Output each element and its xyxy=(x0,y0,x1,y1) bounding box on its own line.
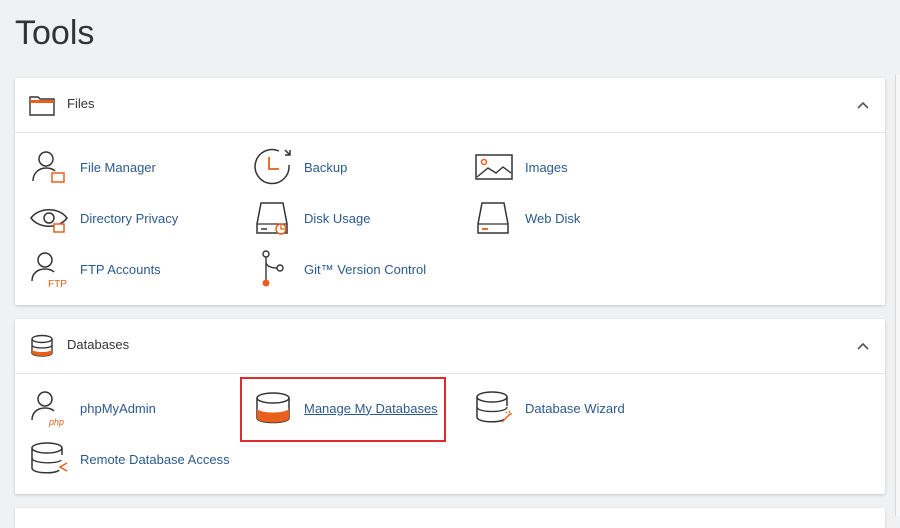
manage-databases-icon xyxy=(256,392,290,424)
tool-label: Directory Privacy xyxy=(80,210,179,226)
files-panel-header[interactable]: Files xyxy=(15,78,885,133)
databases-panel-title: Databases xyxy=(67,337,130,352)
database-icon xyxy=(31,334,53,357)
tool-label: Disk Usage xyxy=(304,210,371,226)
tool-directory-privacy[interactable]: Directory Privacy xyxy=(15,198,178,238)
tool-label: Database Wizard xyxy=(525,400,625,416)
tool-git-version-control[interactable]: Git™ Version Control xyxy=(239,249,426,289)
directory-privacy-icon xyxy=(30,209,68,233)
next-panel-edge xyxy=(15,508,885,528)
git-icon xyxy=(262,250,284,287)
files-panel-title: Files xyxy=(67,96,95,111)
tool-disk-usage[interactable]: Disk Usage xyxy=(239,198,370,238)
ftp-icon-text: FTP xyxy=(48,279,67,289)
tool-label: Backup xyxy=(304,159,348,175)
tool-database-wizard[interactable]: Database Wizard xyxy=(460,388,625,428)
folder-icon xyxy=(29,96,55,116)
tool-label: Manage My Databases xyxy=(304,400,438,416)
file-manager-icon xyxy=(32,151,65,183)
tool-label: Remote Database Access xyxy=(80,451,230,467)
files-panel: Files File Manager Backup Images Directo… xyxy=(15,78,885,305)
tool-phpmyadmin[interactable]: php phpMyAdmin xyxy=(15,388,156,428)
database-wizard-icon xyxy=(476,391,512,423)
chevron-up-icon[interactable] xyxy=(857,341,869,351)
tool-file-manager[interactable]: File Manager xyxy=(15,147,156,187)
databases-panel-header[interactable]: Databases xyxy=(15,319,885,374)
php-icon-text: php xyxy=(48,417,64,427)
tool-label: FTP Accounts xyxy=(80,261,161,277)
tool-manage-my-databases[interactable]: Manage My Databases xyxy=(239,388,438,428)
tool-remote-database-access[interactable]: Remote Database Access xyxy=(15,439,230,479)
tool-label: Images xyxy=(525,159,568,175)
chevron-up-icon[interactable] xyxy=(857,100,869,110)
scrollbar-track[interactable] xyxy=(895,75,900,516)
disk-usage-icon xyxy=(256,202,288,235)
phpmyadmin-icon: php xyxy=(31,391,64,427)
backup-icon xyxy=(254,148,291,185)
ftp-accounts-icon: FTP xyxy=(31,252,67,289)
tool-backup[interactable]: Backup xyxy=(239,147,347,187)
tool-label: Web Disk xyxy=(525,210,581,226)
databases-panel: Databases php phpMyAdmin Manage My Datab… xyxy=(15,319,885,494)
tool-label: File Manager xyxy=(80,159,156,175)
tool-label: Git™ Version Control xyxy=(304,261,427,277)
web-disk-icon xyxy=(477,202,509,234)
tool-label: phpMyAdmin xyxy=(80,400,156,416)
tool-web-disk[interactable]: Web Disk xyxy=(460,198,580,238)
images-icon xyxy=(475,154,513,180)
page-title: Tools xyxy=(15,14,95,52)
tool-ftp-accounts[interactable]: FTP FTP Accounts xyxy=(15,249,161,289)
remote-database-icon xyxy=(31,442,68,474)
tool-images[interactable]: Images xyxy=(460,147,568,187)
